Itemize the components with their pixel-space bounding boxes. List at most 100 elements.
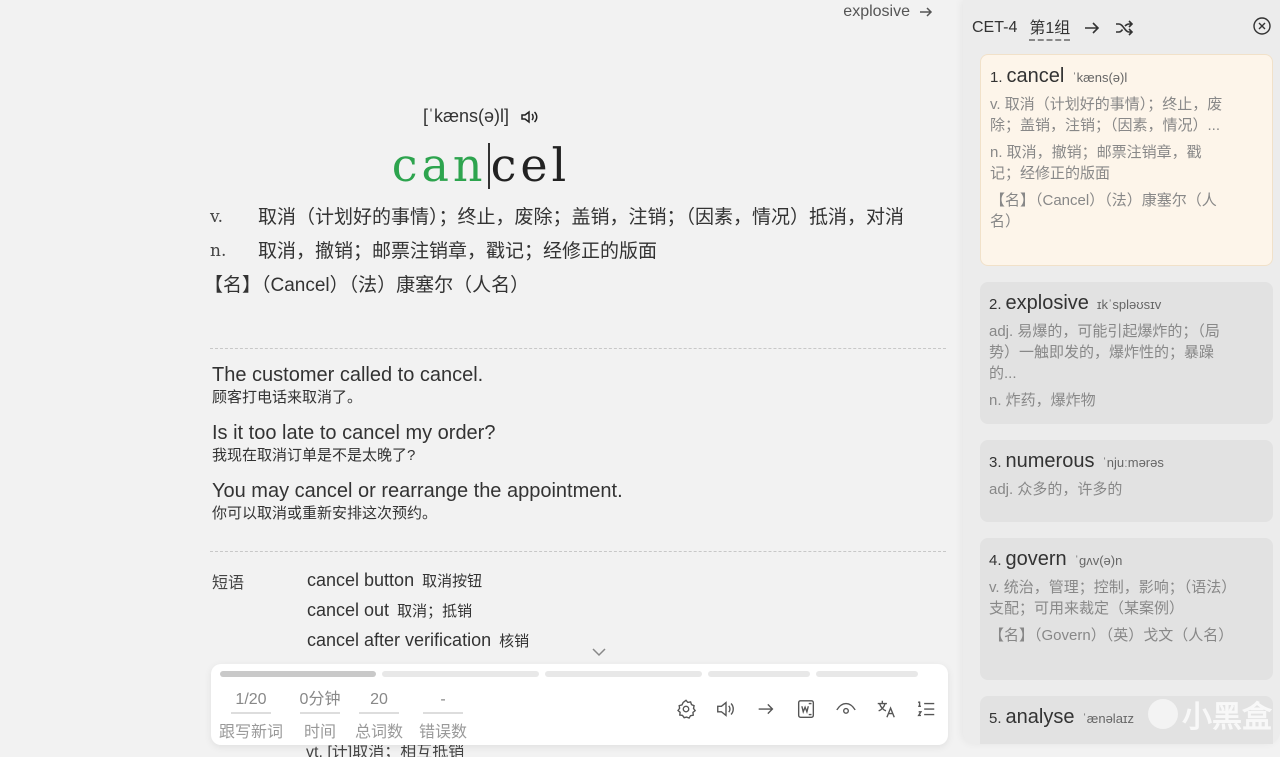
arrow-right-icon [758,703,774,715]
stat-value: 20 [359,686,399,714]
settings-button[interactable] [674,697,698,721]
phrase-chinese: 取消；抵销 [397,603,473,620]
progress-segment [382,671,539,677]
group-selector[interactable]: 第1组 [1029,14,1071,41]
watermark: 小黑盒 [1148,692,1272,736]
card-word: govern [1005,548,1067,570]
progress-segment-filled [220,671,376,677]
part-of-speech: v. [210,207,223,227]
toggle-visibility-button[interactable] [834,697,858,721]
card-header: 2. explosive ɪkˈspləʊsɪv [989,292,1264,315]
card-phonetic: ˈnjuːmərəs [1102,455,1164,470]
card-definition: adj. 易爆的，可能引起爆炸的；（局势）一触即发的，爆炸性的；暴躁的... [989,323,1220,382]
card-header: 3. numerous ˈnjuːmərəs [989,450,1264,473]
word-export-button[interactable] [794,697,818,721]
typing-word[interactable]: cancel [0,138,962,192]
arrow-right-icon[interactable] [1082,18,1102,38]
card-definition: 【名】（Cancel）（法）康塞尔（人名） [990,192,1217,230]
phrase-english: cancel after verification [307,630,492,650]
example-english: You may cancel or rearrange the appointm… [212,480,623,502]
card-header: 4. govern ˈɡʌv(ə)n [989,548,1264,571]
phonetic-row: [ˈkæns(ə)l] [0,106,962,127]
card-definition: v. 统治，管理；控制，影响；（语法）支配；可用来裁定（某案例） [989,579,1229,617]
close-icon[interactable] [1252,16,1272,36]
word-list-sidebar: CET-4 第1组 1. cancel ˈkæns(ə)l v. 取消（计划好的… [963,0,1280,744]
stat-label: 时间 [303,724,336,741]
word-card[interactable]: 1. cancel ˈkæns(ə)l v. 取消（计划好的事情）；终止，废除；… [980,54,1273,266]
card-word: numerous [1005,450,1095,472]
word-list-button[interactable] [914,697,938,721]
word-doc-icon [797,700,815,718]
card-definition: n. 取消，撤销；邮票注销章，戳记；经修正的版面 [990,144,1202,182]
speaker-icon[interactable] [519,107,539,127]
toolbar [674,697,938,721]
phrase-chinese: 取消按钮 [422,573,483,590]
card-definition: adj. 众多的，许多的 [989,481,1123,498]
arrow-right-icon [920,7,933,17]
card-definition: n. 炸药，爆炸物 [989,392,1096,409]
part-of-speech: n. [210,241,227,261]
definition-row: v. 取消（计划好的事情）；终止，废除；盖销，注销；（因素，情况）抵消，对消 [210,204,940,231]
stat-new-words: 1/20 跟写新词 [219,686,283,742]
example-chinese: 你可以取消或重新安排这次预约。 [212,505,438,522]
list-icon [917,701,935,717]
example-english: Is it too late to cancel my order? [212,422,496,444]
phrases-list: cancel button 取消按钮 cancel out 取消；抵销 cancel… [307,566,529,656]
next-word-link[interactable]: explosive [843,3,934,21]
dictionary-name[interactable]: CET-4 [972,19,1017,37]
card-definition: 【名】（Govern）（英）戈文（人名） [989,627,1234,644]
stat-value: 0分钟 [299,686,341,714]
sidebar-header: CET-4 第1组 [972,14,1134,41]
phrase-item: cancel button 取消按钮 [307,566,529,596]
progress-segment [816,671,918,677]
phrase-item: cancel after verification 核销 [307,626,529,656]
definition-text: 取消，撤销；邮票注销章，戳记；经修正的版面 [258,241,658,262]
example-item: The customer called to cancel. 顾客打电话来取消了… [212,362,942,408]
card-phonetic: ˈɡʌv(ə)n [1074,553,1123,568]
toggle-translation-button[interactable] [874,697,898,721]
name-definition: 【名】（Cancel）（法）康塞尔（人名） [204,275,530,296]
translate-icon [877,700,895,718]
card-word: analyse [1005,706,1075,728]
progress-bar [220,671,940,677]
progress-segment [545,671,702,677]
typed-letters: can [391,138,487,192]
card-number: 1. [990,69,1003,86]
word-phonetic: [ˈkæns(ə)l] [422,106,509,126]
phrase-chinese: 核销 [499,633,530,650]
text-caret [487,143,490,189]
eye-icon [836,702,856,714]
divider [210,348,946,349]
definitions: v. 取消（计划好的事情）；终止，废除；盖销，注销；（因素，情况）抵消，对消 n… [204,204,940,299]
word-card[interactable]: 4. govern ˈɡʌv(ə)n v. 统治，管理；控制，影响；（语法）支配… [980,538,1273,680]
card-word: cancel [1006,65,1065,87]
definition-text: 取消（计划好的事情）；终止，废除；盖销，注销；（因素，情况）抵消，对消 [258,207,905,228]
card-number: 5. [989,710,1002,727]
shuffle-icon[interactable] [1114,18,1134,38]
definition-row: n. 取消，撤销；邮票注销章，戳记；经修正的版面 [210,238,940,265]
example-chinese: 顾客打电话来取消了。 [212,389,363,406]
card-phonetic: ˈkæns(ə)l [1072,70,1128,85]
bottom-control-panel: 1/20 跟写新词 0分钟 时间 20 总词数 - 错误数 [211,664,948,745]
skip-word-button[interactable] [754,697,778,721]
watermark-text: 小黑盒 [1182,701,1272,734]
stat-time: 0分钟 时间 [295,686,345,742]
card-word: explosive [1005,292,1089,314]
chevron-down-icon[interactable] [591,646,607,658]
card-number: 3. [989,454,1002,471]
stat-label: 总词数 [354,724,403,741]
typing-area: explosive [ˈkæns(ə)l] cancel v. 取消（计划好的事… [0,0,962,757]
word-card[interactable]: 2. explosive ɪkˈspləʊsɪv adj. 易爆的，可能引起爆炸… [980,282,1273,424]
speaker-icon [717,701,734,717]
phrase-english: cancel button [307,570,415,590]
divider [210,551,946,552]
word-card[interactable]: 3. numerous ˈnjuːmərəs adj. 众多的，许多的 [980,440,1273,522]
stat-value: 1/20 [231,686,271,714]
watermark-logo-icon [1148,699,1178,729]
stat-total-words: 20 总词数 [353,686,405,742]
example-english: The customer called to cancel. [212,364,484,386]
card-header: 1. cancel ˈkæns(ə)l [990,65,1263,88]
pronunciation-button[interactable] [714,697,738,721]
phrases-label: 短语 [212,575,245,592]
stat-errors: - 错误数 [417,686,469,742]
